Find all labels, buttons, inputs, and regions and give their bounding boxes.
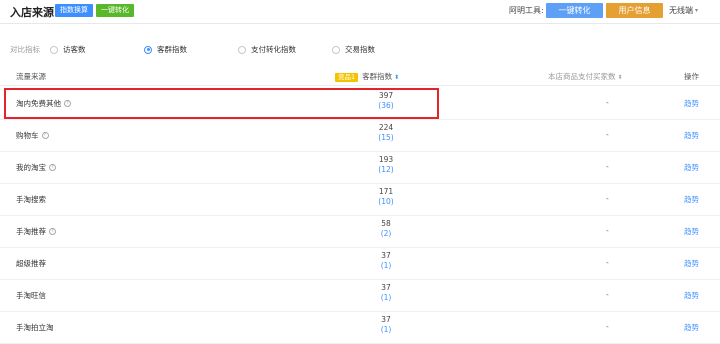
source-label: 购物车 xyxy=(16,131,39,140)
table-row: 超级推荐 37 (1) - 趋势 xyxy=(0,248,720,280)
metric-sub-value: (2) xyxy=(380,229,392,238)
device-select-label: 无线端 xyxy=(669,6,693,15)
trend-link[interactable]: 趋势 xyxy=(684,226,699,237)
highlight-box xyxy=(4,88,439,119)
buyers-cell: - xyxy=(606,258,609,267)
table-row: 购物车? 224 (15) - 趋势 xyxy=(0,120,720,152)
radio-visitors[interactable]: 访客数 xyxy=(50,44,86,55)
table-row: 手淘旺信 37 (1) - 趋势 xyxy=(0,280,720,312)
col-metric-label: 客群指数 xyxy=(362,72,393,81)
col-buyers-header[interactable]: 本店商品支付买家数 ⬍ xyxy=(548,71,623,82)
trend-link[interactable]: 趋势 xyxy=(684,290,699,301)
tool-user-info-button[interactable]: 用户信息 xyxy=(606,3,663,18)
radio-circle-icon xyxy=(50,45,58,54)
table-header: 流量来源 竞品1 客群指数 ⬍ 本店商品支付买家数 ⬍ 操作 xyxy=(0,66,720,86)
source-label: 手淘搜索 xyxy=(16,195,46,204)
source-label: 我的淘宝 xyxy=(16,163,46,172)
metric-value: 37 xyxy=(381,315,391,324)
source-label: 手淘拍立淘 xyxy=(16,323,54,332)
metric-cell: 37 (1) xyxy=(366,283,406,303)
radio-circle-icon xyxy=(332,45,340,54)
metric-cell: 58 (2) xyxy=(366,219,406,239)
radio-label: 客群指数 xyxy=(157,45,187,54)
metric-sub-value: (12) xyxy=(378,165,394,174)
col-source-header: 流量来源 xyxy=(16,72,46,81)
page-title: 入店来源 xyxy=(10,6,54,19)
source-cell: 手淘搜索 xyxy=(16,194,46,205)
metric-sub-value: (1) xyxy=(380,261,392,270)
metric-value: 224 xyxy=(378,123,394,132)
col-action-header: 操作 xyxy=(684,72,699,81)
table-row: 手淘搜索 171 (10) - 趋势 xyxy=(0,184,720,216)
metric-cell: 37 (1) xyxy=(366,315,406,335)
sort-icon[interactable]: ⬍ xyxy=(394,74,399,81)
metric-sub-value: (10) xyxy=(378,197,394,206)
trend-link[interactable]: 趋势 xyxy=(684,98,699,109)
metric-cell: 171 (10) xyxy=(366,187,406,207)
metric-cell: 224 (15) xyxy=(366,123,406,143)
metric-value: 171 xyxy=(378,187,394,196)
buyers-cell: - xyxy=(606,194,609,203)
source-label: 手淘推荐 xyxy=(16,227,46,236)
radio-circle-icon xyxy=(238,45,246,54)
buyers-cell: - xyxy=(606,322,609,331)
metric-value: 37 xyxy=(381,283,391,292)
device-select[interactable]: 无线端 ▾ xyxy=(669,5,698,16)
table-row: 手淘推荐? 58 (2) - 趋势 xyxy=(0,216,720,248)
chevron-down-icon: ▾ xyxy=(695,7,699,14)
trend-link[interactable]: 趋势 xyxy=(684,162,699,173)
source-cell: 我的淘宝? xyxy=(16,162,56,173)
radio-label: 支付转化指数 xyxy=(251,45,296,54)
help-icon[interactable]: ? xyxy=(49,228,56,235)
radio-trade-index[interactable]: 交易指数 xyxy=(332,44,375,55)
competitor-badge: 竞品1 xyxy=(335,73,359,82)
trend-link[interactable]: 趋势 xyxy=(684,194,699,205)
table-row: 我的淘宝? 193 (12) - 趋势 xyxy=(0,152,720,184)
source-cell: 购物车? xyxy=(16,130,49,141)
radio-customer-index[interactable]: 客群指数 xyxy=(144,44,187,55)
buyers-cell: - xyxy=(606,226,609,235)
radio-checked-icon xyxy=(144,45,152,54)
metric-value: 193 xyxy=(378,155,394,164)
one-click-convert-button[interactable]: 一键转化 xyxy=(96,4,134,17)
trend-link[interactable]: 趋势 xyxy=(684,258,699,269)
buyers-cell: - xyxy=(606,98,609,107)
compare-metric-group: 对比指标 访客数 客群指数 支付转化指数 交易指数 xyxy=(10,44,710,56)
tool-convert-button[interactable]: 一键转化 xyxy=(546,3,603,18)
sort-icon[interactable]: ⬍ xyxy=(618,74,623,81)
metric-sub-value: (15) xyxy=(378,133,394,142)
radio-payment-conversion[interactable]: 支付转化指数 xyxy=(238,44,296,55)
source-label: 手淘旺信 xyxy=(16,291,46,300)
table-row: 手淘拍立淘 37 (1) - 趋势 xyxy=(0,312,720,344)
buyers-cell: - xyxy=(606,162,609,171)
metric-sub-value: (1) xyxy=(380,293,392,302)
metric-value: 58 xyxy=(381,219,391,228)
source-label: 超级推荐 xyxy=(16,259,46,268)
buyers-cell: - xyxy=(606,290,609,299)
metric-value: 37 xyxy=(381,251,391,260)
metric-sub-value: (1) xyxy=(380,325,392,334)
help-icon[interactable]: ? xyxy=(41,132,49,139)
radio-label: 交易指数 xyxy=(345,45,375,54)
radio-label: 访客数 xyxy=(63,45,86,54)
metric-cell: 37 (1) xyxy=(366,251,406,271)
buyers-cell: - xyxy=(606,130,609,139)
col-buyers-label: 本店商品支付买家数 xyxy=(548,72,616,81)
trend-link[interactable]: 趋势 xyxy=(684,130,699,141)
source-cell: 超级推荐 xyxy=(16,258,46,269)
help-icon[interactable]: ? xyxy=(49,164,56,171)
source-cell: 手淘拍立淘 xyxy=(16,322,54,333)
source-cell: 手淘旺信 xyxy=(16,290,46,301)
trend-link[interactable]: 趋势 xyxy=(684,322,699,333)
col-metric-header[interactable]: 竞品1 客群指数 ⬍ xyxy=(335,71,399,82)
page-header: 入店来源 指数换算 一键转化 阿明工具: 一键转化 用户信息 无线端 ▾ xyxy=(0,0,720,24)
tools-label: 阿明工具: xyxy=(509,6,544,15)
source-cell: 手淘推荐? xyxy=(16,226,56,237)
compare-label: 对比指标 xyxy=(10,45,40,54)
index-convert-button[interactable]: 指数换算 xyxy=(55,4,93,17)
metric-cell: 193 (12) xyxy=(366,155,406,175)
